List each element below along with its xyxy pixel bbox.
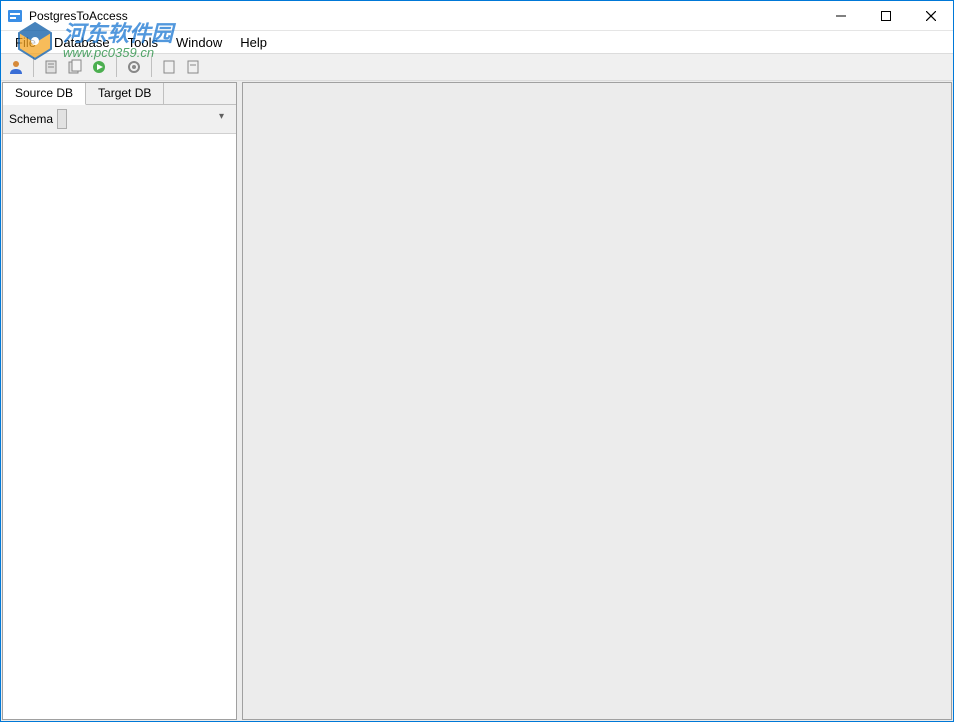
menu-database[interactable]: Database — [46, 33, 120, 52]
toolbar-separator — [33, 57, 34, 77]
toolbar-doc2-icon[interactable] — [64, 56, 86, 78]
minimize-button[interactable] — [818, 1, 863, 30]
toolbar-separator — [116, 57, 117, 77]
menu-tools[interactable]: Tools — [120, 33, 168, 52]
schema-label: Schema — [9, 112, 53, 126]
tab-source-db[interactable]: Source DB — [3, 83, 86, 105]
toolbar — [1, 53, 953, 81]
tab-target-db[interactable]: Target DB — [86, 83, 164, 104]
toolbar-page2-icon[interactable] — [182, 56, 204, 78]
toolbar-doc-icon[interactable] — [40, 56, 62, 78]
maximize-button[interactable] — [863, 1, 908, 30]
toolbar-run-icon[interactable] — [88, 56, 110, 78]
db-tabs: Source DB Target DB — [3, 83, 236, 105]
toolbar-user-icon[interactable] — [5, 56, 27, 78]
toolbar-page-icon[interactable] — [158, 56, 180, 78]
menu-help[interactable]: Help — [232, 33, 277, 52]
menu-window[interactable]: Window — [168, 33, 232, 52]
menubar: File Database Tools Window Help — [1, 31, 953, 53]
left-panel: Source DB Target DB Schema — [2, 82, 237, 720]
schema-tree[interactable] — [3, 134, 236, 719]
toolbar-separator — [151, 57, 152, 77]
close-button[interactable] — [908, 1, 953, 30]
titlebar: PostgresToAccess — [1, 1, 953, 31]
window-title: PostgresToAccess — [29, 9, 818, 23]
content-panel — [242, 82, 952, 720]
schema-select[interactable] — [57, 109, 67, 129]
toolbar-setting-icon[interactable] — [123, 56, 145, 78]
main-area: Source DB Target DB Schema — [1, 81, 953, 721]
app-icon — [7, 8, 23, 24]
schema-row: Schema — [3, 105, 236, 134]
menu-file[interactable]: File — [7, 33, 46, 52]
